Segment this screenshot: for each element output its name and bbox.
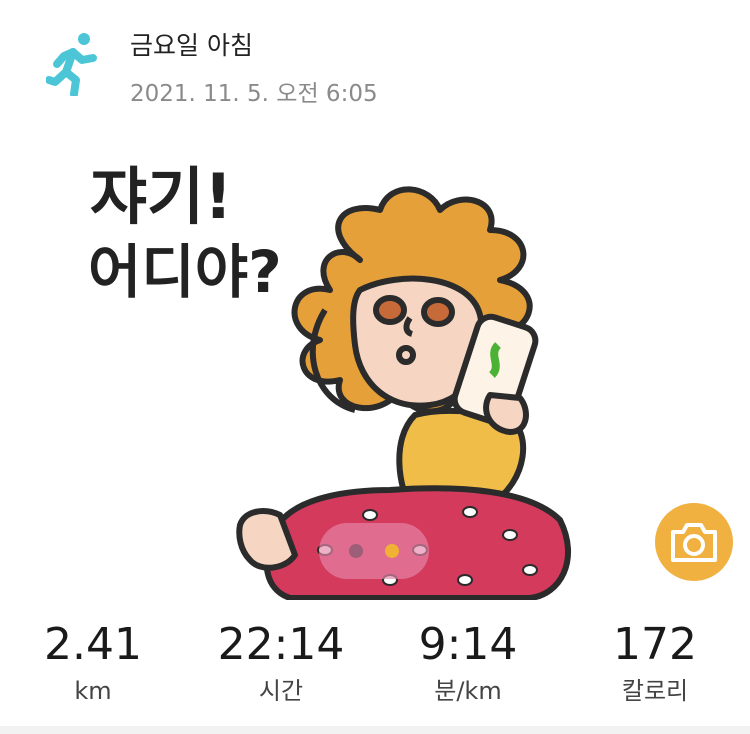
stat-unit: 칼로리: [621, 677, 689, 705]
stat-unit: 분/km: [434, 677, 502, 705]
activity-datetime: 2021. 11. 5. 오전 6:05: [130, 81, 378, 107]
speech-text-line2: 어디야?: [88, 238, 282, 306]
camera-icon: [671, 523, 717, 562]
stat-unit: 시간: [258, 677, 304, 705]
running-person-icon: [46, 33, 97, 96]
stat-value: 2.41: [44, 619, 142, 670]
stat-unit: km: [74, 677, 112, 705]
bottom-divider: [0, 726, 750, 734]
activity-header: 금요일 아침 2021. 11. 5. 오전 6:05: [0, 0, 750, 120]
carousel-dot-1[interactable]: [349, 544, 363, 558]
right-eye: [421, 297, 455, 327]
add-photo-button[interactable]: [655, 503, 733, 581]
stat-value: 172: [613, 619, 697, 670]
stat-pace: 9:14 분/km: [383, 618, 553, 708]
left-eye: [373, 295, 407, 325]
photo-carousel-indicator[interactable]: [319, 523, 429, 579]
stat-distance: 2.41 km: [8, 618, 178, 708]
speech-text-line1: 쟈기!: [90, 160, 232, 233]
hand: [483, 392, 529, 435]
stat-duration: 22:14 시간: [196, 618, 366, 708]
stat-value: 9:14: [418, 619, 518, 670]
activity-stats: 2.41 km 22:14 시간 9:14 분/km 172 칼로리: [0, 618, 750, 718]
stat-calories: 172 칼로리: [570, 618, 740, 708]
activity-title: 금요일 아침: [130, 31, 253, 60]
stat-value: 22:14: [217, 619, 345, 670]
carousel-dot-2[interactable]: [385, 544, 399, 558]
